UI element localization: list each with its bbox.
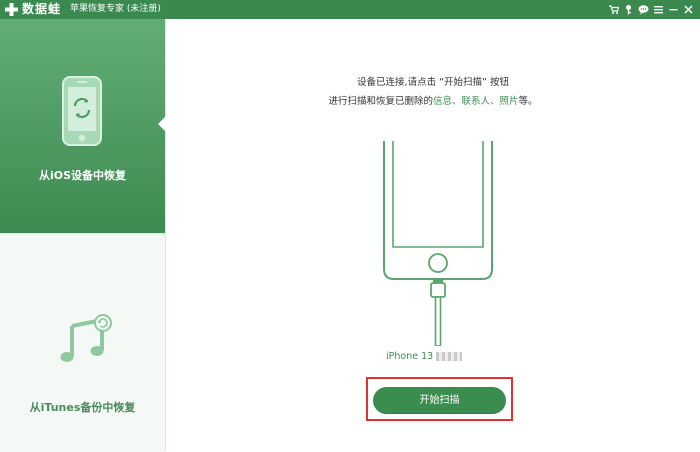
device-name-text: iPhone 13 [386,351,434,362]
connected-phone-illustration [383,141,493,346]
key-icon[interactable] [623,4,634,15]
chat-icon[interactable] [638,4,649,15]
close-icon[interactable] [683,4,694,15]
sidebar-item-label: 从iOS设备中恢复 [38,169,127,182]
device-name-label: iPhone 13 [386,351,463,363]
instruction-separator: 、 [490,96,500,107]
logo-plus-icon [5,3,18,16]
instruction-line-2: 进行扫描和恢复已删除的信息、联系人、照片等。 [166,96,700,108]
sidebar-item-itunes-recovery[interactable]: 从iTunes备份中恢复 [0,233,165,452]
instruction-suffix: 等。 [518,96,538,107]
instruction-highlight-contacts: 联系人 [461,96,490,107]
phone-restore-icon [62,76,102,146]
instruction-highlight-photos: 照片 [499,96,519,107]
main-panel: 设备已连接,请点击 “开始扫描” 按钮 进行扫描和恢复已删除的信息、联系人、照片… [166,19,700,451]
instruction-line-1: 设备已连接,请点击 “开始扫描” 按钮 [357,77,509,88]
title-bar: 数据蛙 苹果恢复专家 (未注册) [0,0,700,19]
menu-icon[interactable] [653,4,664,15]
minimize-icon[interactable] [668,4,679,15]
redacted-owner-name [436,352,463,361]
sidebar-item-ios-recovery[interactable]: 从iOS设备中恢复 [0,19,166,233]
start-scan-button[interactable]: 开始扫描 [373,387,506,414]
instruction-highlight-messages: 信息 [432,96,452,107]
cart-icon[interactable] [608,4,619,15]
music-note-icon [60,314,112,362]
sidebar: 从iOS设备中恢复 从iTunes备份中恢复 [0,19,166,452]
instruction-prefix: 进行扫描和恢复已删除的 [328,96,433,107]
titlebar-controls [608,3,694,16]
brand-name: 数据蛙 [22,2,62,16]
app-title: 苹果恢复专家 (未注册) [70,4,161,14]
sidebar-item-label: 从iTunes备份中恢复 [29,401,136,414]
